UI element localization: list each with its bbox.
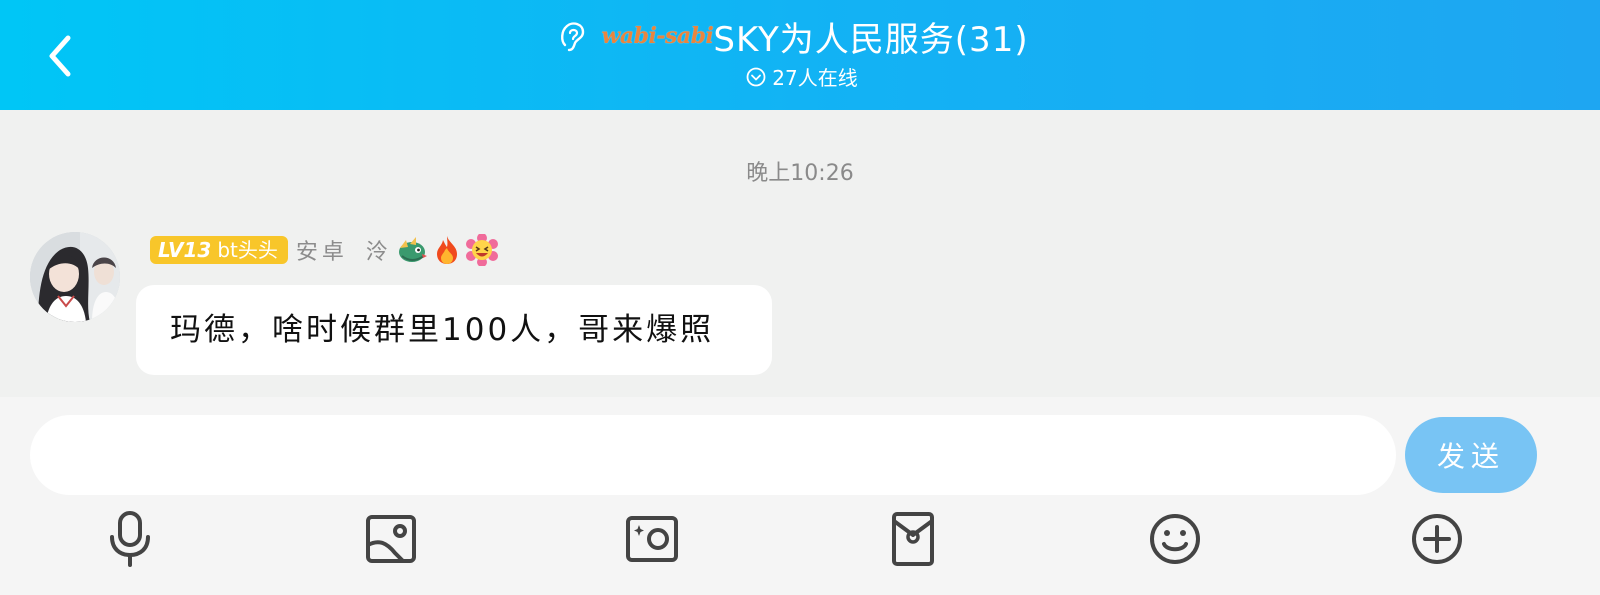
group-title-row[interactable]: wabi-sabi SKY为人民服务(31) xyxy=(0,12,1600,60)
red-packet-button[interactable] xyxy=(883,509,943,569)
fire-emoji xyxy=(436,236,457,264)
level-badge: LV13 bt头头 xyxy=(150,236,288,264)
plus-circle-icon xyxy=(1412,514,1462,564)
laughing-flower-emoji xyxy=(465,234,498,266)
sender-nickname[interactable]: 泠 xyxy=(366,234,388,266)
voice-button[interactable] xyxy=(100,509,160,569)
device-label: 安卓 xyxy=(295,240,348,265)
chat-header: wabi-sabi SKY为人民服务(31) 27人在线 xyxy=(0,0,1600,110)
chevron-down-circle-icon xyxy=(746,67,766,86)
message-bubble[interactable]: 玛德，啥时候群里100人，哥来爆照 xyxy=(136,285,772,375)
avatar[interactable] xyxy=(30,232,120,322)
message-input[interactable] xyxy=(30,415,1396,495)
smiley-icon xyxy=(1150,514,1200,564)
message-timestamp: 晚上10:26 xyxy=(746,161,854,186)
red-packet-icon xyxy=(892,512,934,566)
online-count: 27人在线 xyxy=(772,66,858,90)
composer: 发送 xyxy=(0,397,1600,595)
online-status-row[interactable]: 27人在线 xyxy=(0,62,1600,91)
microphone-icon xyxy=(110,511,150,567)
ear-icon xyxy=(561,22,585,52)
more-button[interactable] xyxy=(1407,509,1467,569)
emoji-button[interactable] xyxy=(1145,509,1205,569)
camera-icon xyxy=(626,516,678,562)
member-title: bt头头 xyxy=(217,238,278,262)
send-button[interactable]: 发送 xyxy=(1405,417,1537,493)
brand-logo-text: wabi-sabi xyxy=(601,23,714,49)
avatar-image xyxy=(30,232,120,322)
image-button[interactable] xyxy=(361,509,421,569)
sender-meta: LV13 bt头头 安卓 泠 xyxy=(150,234,498,266)
camera-button[interactable] xyxy=(622,509,682,569)
group-name: SKY为人民服务(31) xyxy=(713,19,1029,60)
image-icon xyxy=(366,515,416,563)
composer-toolbar xyxy=(0,509,1600,569)
dragon-emoji xyxy=(398,237,427,262)
level-text: LV13 xyxy=(158,238,212,262)
